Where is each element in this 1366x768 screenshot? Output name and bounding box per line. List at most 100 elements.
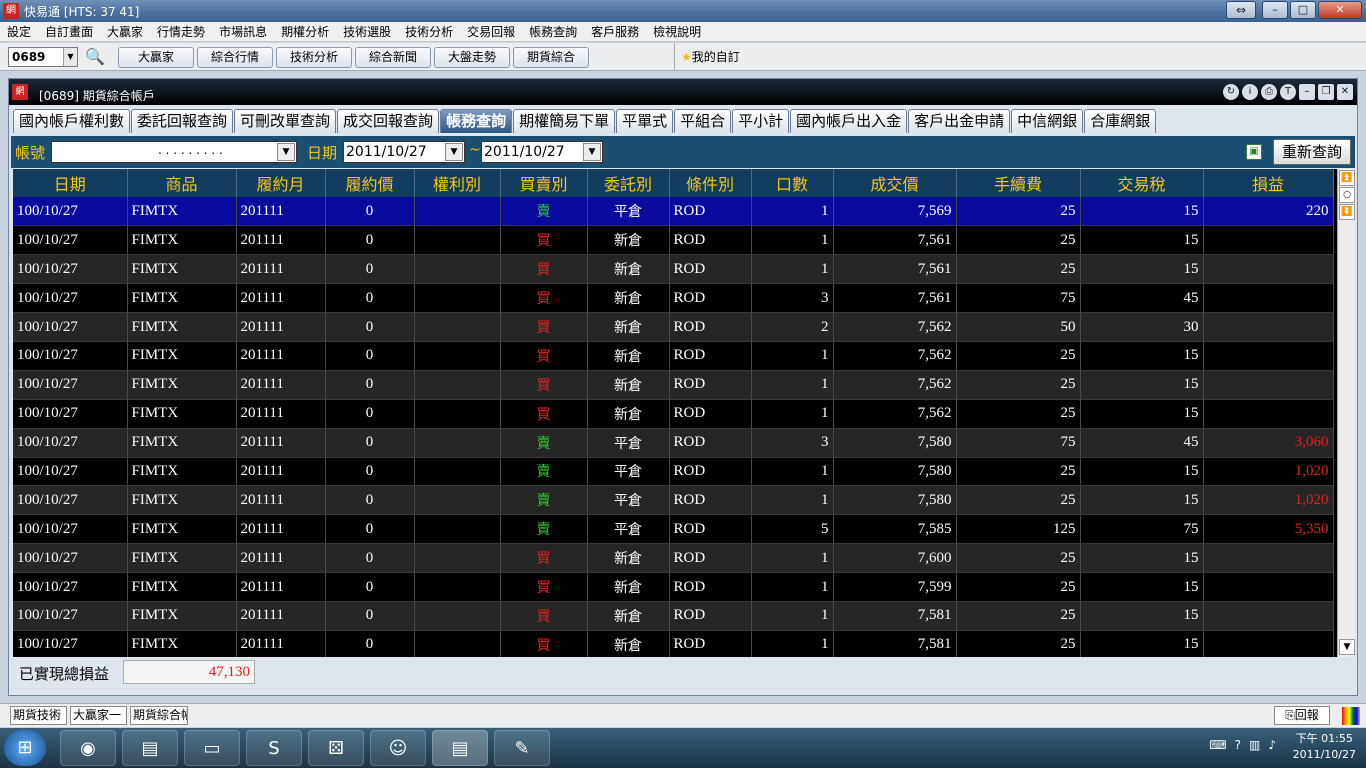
minimize-button[interactable]: – bbox=[1262, 1, 1288, 19]
menu-item[interactable]: 帳務查詢 bbox=[522, 23, 584, 40]
menu-item[interactable]: 檢視說明 bbox=[646, 23, 708, 40]
chevron-down-icon[interactable]: ▼ bbox=[583, 143, 601, 161]
table-row[interactable]: 100/10/27 FIMTX 201111 0 買新倉 ROD 1 7,600 25 15 bbox=[13, 543, 1334, 574]
statusbar-tab[interactable]: 期貨技術 bbox=[10, 706, 67, 725]
favorites-button[interactable]: ★我的自訂 bbox=[674, 43, 740, 71]
toolbar-button[interactable]: 大盤走勢 bbox=[434, 47, 510, 68]
search-icon[interactable]: 🔍 bbox=[84, 46, 106, 68]
table-row[interactable]: 100/10/27 FIMTX 201111 0 買新倉 ROD 3 7,561 75 45 bbox=[13, 283, 1334, 314]
tab[interactable]: 期權簡易下單 bbox=[513, 109, 616, 133]
table-row[interactable]: 100/10/27 FIMTX 201111 0 買新倉 ROD 1 7,561 25 15 bbox=[13, 254, 1334, 285]
menu-item[interactable]: 大贏家 bbox=[100, 23, 150, 40]
menu-item[interactable]: 客戶服務 bbox=[584, 23, 646, 40]
column-header[interactable]: 手續費 bbox=[956, 169, 1081, 197]
toolbar-button[interactable]: 綜合新聞 bbox=[355, 47, 431, 68]
tab[interactable]: 可刪改單查詢 bbox=[234, 109, 337, 133]
menu-item[interactable]: 市場訊息 bbox=[212, 23, 274, 40]
restore-icon[interactable]: ❐ bbox=[1318, 84, 1334, 100]
network-icon[interactable]: ▥ bbox=[1249, 738, 1260, 752]
statusbar-tab[interactable]: 期貨綜合帳戶 bbox=[130, 706, 188, 725]
table-row[interactable]: 100/10/27 FIMTX 201111 0 賣平倉 ROD 5 7,585 125 75 5,… bbox=[13, 514, 1334, 545]
table-row[interactable]: 100/10/27 FIMTX 201111 0 買新倉 ROD 2 7,562 50 30 bbox=[13, 312, 1334, 342]
menu-item[interactable]: 設定 bbox=[0, 23, 38, 40]
chevron-down-icon[interactable]: ▼ bbox=[445, 143, 463, 161]
paint-icon[interactable]: ✎ bbox=[494, 730, 550, 766]
chevron-down-icon[interactable]: ▼ bbox=[63, 48, 77, 66]
info-icon[interactable]: i bbox=[1242, 84, 1258, 100]
toolbar-button[interactable]: 期貨綜合 bbox=[513, 47, 589, 68]
scroll-end-icon[interactable]: ▼ bbox=[1339, 639, 1355, 655]
messenger-icon[interactable]: ☺ bbox=[370, 730, 426, 766]
column-header[interactable]: 商品 bbox=[127, 169, 237, 197]
table-row[interactable]: 100/10/27 FIMTX 201111 0 買新倉 ROD 1 7,581 25 15 bbox=[13, 601, 1334, 631]
tab[interactable]: 國內帳戶出入金 bbox=[790, 109, 908, 133]
table-row[interactable]: 100/10/27 FIMTX 201111 0 賣平倉 ROD 1 7,580 25 15 1,0… bbox=[13, 485, 1334, 516]
skype-icon[interactable]: S bbox=[246, 730, 302, 766]
minimize-icon[interactable]: – bbox=[1299, 84, 1315, 100]
vertical-scrollbar[interactable]: ⏫ ○ ⏬ ▼ bbox=[1337, 169, 1355, 657]
color-palette-icon[interactable] bbox=[1342, 707, 1360, 725]
account-select[interactable]: . . . . . . . . . ▼ bbox=[51, 141, 297, 163]
chrome-icon[interactable]: ◉ bbox=[60, 730, 116, 766]
help-icon[interactable]: ? bbox=[1235, 738, 1241, 752]
report-button[interactable]: ⎘回報 bbox=[1274, 706, 1330, 725]
column-header[interactable]: 條件別 bbox=[669, 169, 752, 197]
table-row[interactable]: 100/10/27 FIMTX 201111 0 買新倉 ROD 1 7,562 25 15 bbox=[13, 399, 1334, 429]
column-header[interactable]: 口數 bbox=[751, 169, 834, 197]
tab[interactable]: 平組合 bbox=[674, 109, 732, 133]
maximize-button[interactable]: □ bbox=[1290, 1, 1316, 19]
tab[interactable]: 平小計 bbox=[732, 109, 790, 133]
table-row[interactable]: 100/10/27 FIMTX 201111 0 買新倉 ROD 1 7,581 25 15 bbox=[13, 630, 1334, 657]
export-excel-icon[interactable]: ▣ bbox=[1246, 144, 1262, 160]
tab[interactable]: 委託回報查詢 bbox=[131, 109, 234, 133]
table-row[interactable]: 100/10/27 FIMTX 201111 0 買新倉 ROD 1 7,561 25 15 bbox=[13, 225, 1334, 256]
column-header[interactable]: 履約價 bbox=[325, 169, 415, 197]
stock-code-combobox[interactable]: 0689 ▼ bbox=[8, 47, 78, 67]
keyboard-icon[interactable]: ⌨ bbox=[1209, 738, 1226, 752]
volume-icon[interactable]: ♪ bbox=[1268, 738, 1276, 752]
menu-item[interactable]: 自訂畫面 bbox=[38, 23, 100, 40]
refresh-icon[interactable]: ↻ bbox=[1223, 84, 1239, 100]
column-header[interactable]: 日期 bbox=[13, 169, 128, 197]
close-icon[interactable]: ✕ bbox=[1337, 84, 1353, 100]
column-header[interactable]: 買賣別 bbox=[500, 169, 588, 197]
date-to-picker[interactable]: 2011/10/27 ▼ bbox=[481, 141, 603, 163]
scroll-top-icon[interactable]: ⏫ bbox=[1339, 170, 1355, 186]
table-row[interactable]: 100/10/27 FIMTX 201111 0 買新倉 ROD 1 7,599 25 15 bbox=[13, 572, 1334, 602]
column-header[interactable]: 委託別 bbox=[587, 169, 670, 197]
menu-item[interactable]: 期權分析 bbox=[274, 23, 336, 40]
swap-window-button[interactable]: ⇔ bbox=[1226, 1, 1256, 19]
table-row[interactable]: 100/10/27 FIMTX 201111 0 賣平倉 ROD 3 7,580 75 45 3,0… bbox=[13, 428, 1334, 458]
tab-account-query[interactable]: 帳務查詢 bbox=[440, 109, 513, 133]
column-header[interactable]: 交易稅 bbox=[1080, 169, 1204, 197]
menu-item[interactable]: 技術分析 bbox=[398, 23, 460, 40]
trading-app-active-icon[interactable]: ▤ bbox=[432, 730, 488, 766]
tab[interactable]: 合庫網銀 bbox=[1084, 109, 1157, 133]
trading-app-icon[interactable]: ▤ bbox=[122, 730, 178, 766]
menu-item[interactable]: 技術選股 bbox=[336, 23, 398, 40]
toolbar-button[interactable]: 大贏家 bbox=[118, 47, 194, 68]
tab[interactable]: 成交回報查詢 bbox=[337, 109, 440, 133]
tab[interactable]: 中信網銀 bbox=[1011, 109, 1084, 133]
tab[interactable]: 客戶出金申請 bbox=[908, 109, 1011, 133]
menu-item[interactable]: 行情走勢 bbox=[150, 23, 212, 40]
close-button[interactable]: ✕ bbox=[1318, 1, 1362, 19]
toolbar-button[interactable]: 綜合行情 bbox=[197, 47, 273, 68]
table-row[interactable]: 100/10/27 FIMTX 201111 0 買新倉 ROD 1 7,562 25 15 bbox=[13, 370, 1334, 400]
date-from-picker[interactable]: 2011/10/27 ▼ bbox=[343, 141, 465, 163]
folder-icon[interactable]: ▭ bbox=[184, 730, 240, 766]
column-header[interactable]: 成交價 bbox=[833, 169, 957, 197]
scroll-thumb-icon[interactable]: ○ bbox=[1339, 187, 1355, 203]
tab[interactable]: 平單式 bbox=[616, 109, 674, 133]
menu-item[interactable]: 交易回報 bbox=[460, 23, 522, 40]
column-header[interactable]: 損益 bbox=[1203, 169, 1334, 197]
dice-app-icon[interactable]: ⚄ bbox=[308, 730, 364, 766]
clock[interactable]: 下午 01:55 2011/10/27 bbox=[1293, 731, 1356, 763]
chevron-down-icon[interactable]: ▼ bbox=[277, 143, 295, 161]
print-icon[interactable]: ⎙ bbox=[1261, 84, 1277, 100]
column-header[interactable]: 履約月 bbox=[236, 169, 326, 197]
requery-button[interactable]: 重新查詢 bbox=[1273, 139, 1351, 165]
tab[interactable]: 國內帳戶權利數 bbox=[13, 109, 131, 133]
windows-start-icon[interactable]: ⊞ bbox=[4, 730, 46, 766]
statusbar-tab[interactable]: 大贏家一 bbox=[70, 706, 127, 725]
